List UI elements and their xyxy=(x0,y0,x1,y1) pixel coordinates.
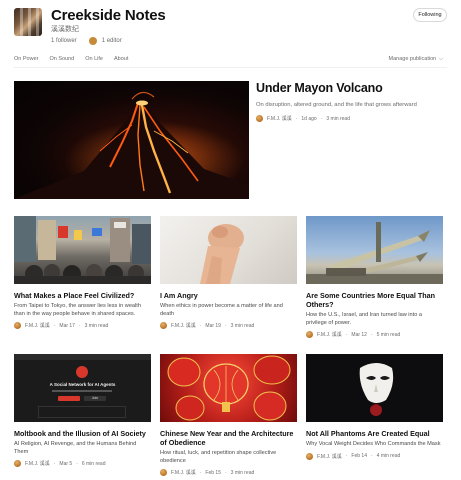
manage-publication-button[interactable]: Manage publication ⌵ xyxy=(389,56,444,62)
post-thumbnail-fist[interactable] xyxy=(160,216,297,284)
post-byline: F.M.J. 溪溪 · Mar 19 · 3 min read xyxy=(160,322,297,329)
nav-item-on-sound[interactable]: On Sound xyxy=(49,56,74,62)
post-title[interactable]: What Makes a Place Feel Civilized? xyxy=(14,291,151,300)
author-name[interactable]: F.M.J. 溪溪 xyxy=(171,322,196,329)
post-byline: F.M.J. 溪溪 · Mar 12 · 5 min read xyxy=(306,331,443,338)
following-button[interactable]: Following xyxy=(413,8,447,22)
post-subtitle[interactable]: Why Vocal Weight Decides Who Commands th… xyxy=(306,441,443,449)
avatar[interactable] xyxy=(160,469,167,476)
post-date: Mar 5 xyxy=(59,460,73,467)
post-date: Mar 19 xyxy=(205,322,221,329)
publication-title[interactable]: Creekside Notes xyxy=(51,7,166,24)
author-name[interactable]: F.M.J. 溪溪 xyxy=(317,453,342,460)
avatar[interactable] xyxy=(306,452,313,460)
read-time: 3 min read xyxy=(84,322,109,329)
publication-logo[interactable] xyxy=(14,8,42,36)
author-name[interactable]: F.M.J. 溪溪 xyxy=(317,331,342,338)
post-title[interactable]: I Am Angry xyxy=(160,291,297,300)
post-date: 1d ago xyxy=(301,115,317,122)
post-thumbnail-street[interactable] xyxy=(14,216,151,284)
nav-item-on-power[interactable]: On Power xyxy=(14,56,38,62)
post-card[interactable]: A Social Network for AI Agents Join Molt… xyxy=(14,354,151,467)
nav-item-about[interactable]: About xyxy=(114,56,128,62)
post-thumbnail-moltbook[interactable]: A Social Network for AI Agents Join xyxy=(14,354,151,422)
post-subtitle[interactable]: When ethics in power become a matter of … xyxy=(160,303,297,318)
nav-divider xyxy=(14,67,447,68)
post-byline: F.M.J. 溪溪 · Mar 17 · 3 min read xyxy=(14,322,151,329)
thumbnail-join-button: Join xyxy=(84,396,106,401)
read-time: 5 min read xyxy=(376,331,401,338)
post-card[interactable]: Not All Phantoms Are Created Equal Why V… xyxy=(306,354,443,460)
thumbnail-headline: A Social Network for AI Agents xyxy=(49,382,116,387)
author-name[interactable]: F.M.J. 溪溪 xyxy=(25,460,50,467)
post-card[interactable]: What Makes a Place Feel Civilized? From … xyxy=(14,216,151,329)
author-name[interactable]: F.M.J. 溪溪 xyxy=(171,469,196,476)
post-card[interactable]: Are Some Countries More Equal Than Other… xyxy=(306,216,443,338)
post-title[interactable]: Moltbook and the Illusion of AI Society xyxy=(14,429,151,438)
hero-title[interactable]: Under Mayon Volcano xyxy=(256,81,448,95)
avatar[interactable] xyxy=(306,331,313,338)
read-time: 3 min read xyxy=(326,115,350,122)
post-card[interactable]: Chinese New Year and the Architecture of… xyxy=(160,354,297,476)
post-card[interactable]: I Am Angry When ethics in power become a… xyxy=(160,216,297,329)
manage-publication-label: Manage publication xyxy=(388,56,437,62)
post-date: Feb 14 xyxy=(351,453,367,459)
read-time: 3 min read xyxy=(230,322,255,329)
post-byline: F.M.J. 溪溪 · Feb 14 · 4 min read xyxy=(306,452,443,460)
post-subtitle[interactable]: How the U.S., Israel, and Iran turned la… xyxy=(306,312,443,327)
author-name[interactable]: F.M.J. 溪溪 xyxy=(267,115,292,122)
post-date: Mar 12 xyxy=(351,331,367,338)
post-thumbnail-lanterns[interactable] xyxy=(160,354,297,422)
nav-item-on-life[interactable]: On Life xyxy=(85,56,103,62)
post-date: Mar 17 xyxy=(59,322,75,329)
publication-nav: On Power On Sound On Life About xyxy=(14,56,128,62)
post-byline: F.M.J. 溪溪 · Feb 15 · 3 min read xyxy=(160,469,297,476)
avatar[interactable] xyxy=(14,322,21,329)
post-thumbnail-phantom-mask[interactable] xyxy=(306,354,443,422)
post-title[interactable]: Not All Phantoms Are Created Equal xyxy=(306,429,443,438)
post-date: Feb 15 xyxy=(205,469,221,476)
read-time: 3 min read xyxy=(230,469,255,476)
post-subtitle[interactable]: How ritual, luck, and repetition shape c… xyxy=(160,450,297,465)
editor-count[interactable]: 1 editor xyxy=(102,38,122,44)
post-title[interactable]: Chinese New Year and the Architecture of… xyxy=(160,429,297,447)
avatar[interactable] xyxy=(160,322,167,329)
post-title[interactable]: Are Some Countries More Equal Than Other… xyxy=(306,291,443,309)
read-time: 4 min read xyxy=(376,453,401,459)
post-byline: F.M.J. 溪溪 · Mar 5 · 6 min read xyxy=(14,460,151,467)
chevron-down-icon: ⌵ xyxy=(439,56,443,62)
editor-avatar[interactable] xyxy=(88,37,97,45)
hero-byline: F.M.J. 溪溪 · 1d ago · 3 min read xyxy=(256,115,448,122)
follower-count[interactable]: 1 follower xyxy=(51,38,77,44)
avatar[interactable] xyxy=(14,460,21,467)
post-thumbnail-missiles[interactable] xyxy=(306,216,443,284)
author-name[interactable]: F.M.J. 溪溪 xyxy=(25,322,50,329)
hero-subtitle[interactable]: On disruption, altered ground, and the l… xyxy=(256,101,448,109)
publication-meta: 1 follower 1 editor xyxy=(51,37,122,45)
avatar[interactable] xyxy=(256,115,263,122)
read-time: 6 min read xyxy=(81,460,106,467)
hero-image-volcano[interactable] xyxy=(14,81,249,199)
post-subtitle[interactable]: From Taipei to Tokyo, the answer lies le… xyxy=(14,303,151,318)
publication-subtitle: 溪溪数纪 xyxy=(51,26,79,33)
post-subtitle[interactable]: AI Religion, AI Revenge, and the Humans … xyxy=(14,441,151,456)
